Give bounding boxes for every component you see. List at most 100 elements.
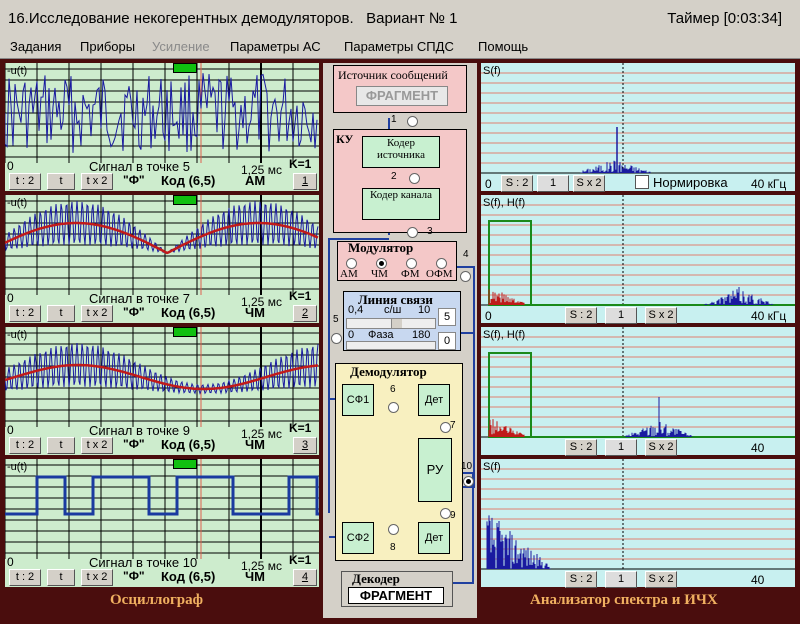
osc-ylabel: -u(t): [7, 461, 28, 473]
osc-plot: [5, 459, 319, 559]
osc-channel-2: -u(t) 0 Сигнал в точке 7 1,25 мс K=1 t : 2tt …: [5, 195, 319, 323]
modulation-label: ЧМ: [245, 569, 265, 584]
point-6-radio[interactable]: [388, 402, 399, 413]
sf2-box: СФ2: [342, 522, 374, 554]
point-4-radio[interactable]: [460, 271, 471, 282]
spectrum-panel-3: S(f), H(f) S : 2 1 S x 2 40: [481, 327, 795, 456]
time-mul2-button[interactable]: t x 2: [81, 173, 113, 190]
point-8-radio[interactable]: [388, 524, 399, 535]
point-label-8: 8: [390, 542, 396, 553]
title-bar: 16.Исследование некогерентных демодулято…: [0, 0, 800, 36]
snr-value[interactable]: 5: [438, 308, 456, 326]
time-div2-button[interactable]: t : 2: [9, 569, 41, 586]
time-div2-button[interactable]: t : 2: [9, 305, 41, 322]
time-button[interactable]: t: [47, 305, 75, 322]
source-title: Источник сообщений: [338, 68, 448, 82]
time-div2-button[interactable]: t : 2: [9, 437, 41, 454]
scale-one-button[interactable]: 1: [605, 571, 637, 588]
menu-params-spds[interactable]: Параметры СПДС: [344, 39, 454, 54]
trigger-indicator: [173, 327, 197, 337]
point-label-4: 4: [463, 249, 469, 260]
time-button[interactable]: t: [47, 173, 75, 190]
spectrum-origin: 0: [485, 309, 492, 323]
trigger-indicator: [173, 459, 197, 469]
scale-div2-button[interactable]: S : 2: [565, 439, 597, 456]
filter-response: [488, 220, 532, 306]
coder-channel-box: Кодер канала: [362, 188, 440, 220]
modulator-title: Модулятор: [348, 240, 414, 255]
scale-one-button[interactable]: 1: [605, 439, 637, 456]
spectrum-panel-2: S(f), H(f) 0 S : 2 1 S x 2 40 кГц: [481, 195, 795, 324]
spectrum-plot: [481, 63, 795, 175]
spectrum-panel-1: S(f) 0 S : 21S x 2 40 кГц Нормировка: [481, 63, 795, 192]
point-3-radio[interactable]: [407, 227, 418, 238]
scale-div2-button[interactable]: S : 2: [565, 571, 597, 588]
phi-label: "Ф": [123, 305, 145, 319]
time-mul2-button[interactable]: t x 2: [81, 437, 113, 454]
phi-label: "Ф": [123, 437, 145, 451]
gain-label: K=1: [289, 421, 312, 435]
code-label: Код (6,5): [161, 173, 216, 188]
phase-slider[interactable]: [346, 341, 436, 350]
menu-params-as[interactable]: Параметры АС: [230, 39, 321, 54]
scale-mul2-button[interactable]: S x 2: [645, 307, 677, 324]
menu-tasks[interactable]: Задания: [10, 39, 61, 54]
point-2-radio[interactable]: [409, 173, 420, 184]
time-button[interactable]: t: [47, 569, 75, 586]
signal-point-label: Сигнал в точке 9: [89, 423, 190, 438]
modulation-label: ЧМ: [245, 437, 265, 452]
scale-mul2-button[interactable]: S x 2: [573, 175, 605, 192]
snr-min: 0,4: [348, 304, 364, 316]
spectrum-ylabel: S(f): [483, 65, 501, 77]
channel-number-button[interactable]: 1: [293, 173, 317, 190]
menu-help[interactable]: Помощь: [478, 39, 528, 54]
time-mul2-button[interactable]: t x 2: [81, 569, 113, 586]
time-mul2-button[interactable]: t x 2: [81, 305, 113, 322]
channel-number-button[interactable]: 3: [293, 437, 317, 454]
channel-number-button[interactable]: 2: [293, 305, 317, 322]
scale-mul2-button[interactable]: S x 2: [645, 439, 677, 456]
normalize-checkbox[interactable]: [635, 175, 649, 189]
scale-div2-button[interactable]: S : 2: [565, 307, 597, 324]
demodulator-box: Демодулятор СФ1 Дет РУ СФ2 Дет 6 7 9 8: [335, 363, 463, 561]
signal-point-label: Сигнал в точке 5: [89, 159, 190, 174]
time-div2-button[interactable]: t : 2: [9, 173, 41, 190]
modulator-box: Модулятор АМ ЧМ ФМ ОФМ: [337, 240, 457, 281]
osc-plot: [5, 63, 319, 163]
scale-one-button[interactable]: 1: [605, 307, 637, 324]
frequency-max: 40 кГц: [751, 309, 787, 323]
source-field[interactable]: ФРАГМЕНТ: [356, 86, 448, 106]
frequency-max: 40: [751, 441, 765, 455]
point-1-radio[interactable]: [407, 116, 418, 127]
trigger-indicator: [173, 195, 197, 205]
frequency-max: 40 кГц: [751, 177, 787, 191]
osc-origin: 0: [7, 555, 14, 569]
oscilloscope-title: Осциллограф: [110, 592, 203, 608]
frequency-max: 40: [751, 573, 765, 587]
phi-label: "Ф": [123, 173, 145, 187]
signal-point-label: Сигнал в точке 10: [89, 555, 198, 570]
mod-am-label: АМ: [340, 268, 358, 280]
point-9-radio[interactable]: [440, 508, 451, 519]
osc-channel-1: -u(t) 0 Сигнал в точке 5 1,25 мс K=1 t : 2tt …: [5, 63, 319, 191]
phi-label: "Ф": [123, 569, 145, 583]
osc-origin: 0: [7, 159, 14, 173]
snr-max: 10: [418, 304, 431, 316]
code-label: Код (6,5): [161, 437, 216, 452]
menu-devices[interactable]: Приборы: [80, 39, 135, 54]
time-button[interactable]: t: [47, 437, 75, 454]
spectrum-plot: [481, 195, 795, 307]
gain-label: K=1: [289, 553, 312, 567]
point-10-radio[interactable]: [463, 476, 474, 487]
snr-slider[interactable]: [346, 318, 436, 329]
point-5-radio[interactable]: [331, 333, 342, 344]
decoder-field: ФРАГМЕНТ: [348, 587, 444, 604]
point-7-radio[interactable]: [440, 422, 451, 433]
channel-number-button[interactable]: 4: [293, 569, 317, 586]
scale-div2-button[interactable]: S : 2: [501, 175, 533, 192]
phase-value[interactable]: 0: [438, 332, 456, 350]
scale-mul2-button[interactable]: S x 2: [645, 571, 677, 588]
ku-label: КУ: [336, 132, 354, 146]
sf1-box: СФ1: [342, 384, 374, 416]
scale-one-button[interactable]: 1: [537, 175, 569, 192]
